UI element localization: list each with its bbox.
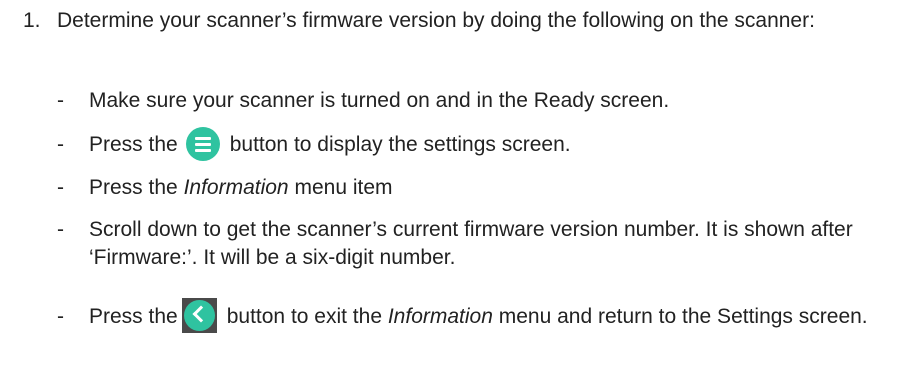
substep-3-text-after: menu item — [294, 176, 393, 199]
substep-2-text: Press the button to display the settings … — [89, 127, 919, 162]
substep-5-text-mid: button to exit the — [226, 305, 382, 328]
substep-5-text-before: Press the — [89, 305, 178, 328]
chevron-left-icon — [181, 297, 217, 333]
step-text: Determine your scanner’s firmware versio… — [57, 9, 815, 32]
bullet-dash: - — [57, 89, 64, 112]
substep-2-text-before: Press the — [89, 133, 178, 156]
information-menu-term: Information — [183, 176, 289, 199]
menu-lines-icon — [185, 127, 220, 162]
substep-5-text: Press the button to exit the Information … — [89, 297, 919, 335]
bullet-dash: - — [57, 176, 64, 199]
substep-1-text: Make sure your scanner is turned on and … — [89, 89, 670, 112]
bullet-dash: - — [57, 305, 64, 328]
bullet-dash: - — [57, 133, 64, 156]
substep-3-text: Press the Information menu item — [89, 174, 919, 202]
substep-2-text-after: button to display the settings screen. — [229, 133, 571, 156]
information-menu-term: Information — [387, 305, 493, 328]
bullet-dash: - — [57, 218, 64, 241]
substep-4-text: Scroll down to get the scanner’s current… — [89, 218, 853, 269]
step-number: 1. — [23, 9, 41, 32]
substep-3-text-before: Press the — [89, 176, 178, 199]
substep-5-text-after: menu and return to the Settings screen. — [498, 305, 868, 328]
